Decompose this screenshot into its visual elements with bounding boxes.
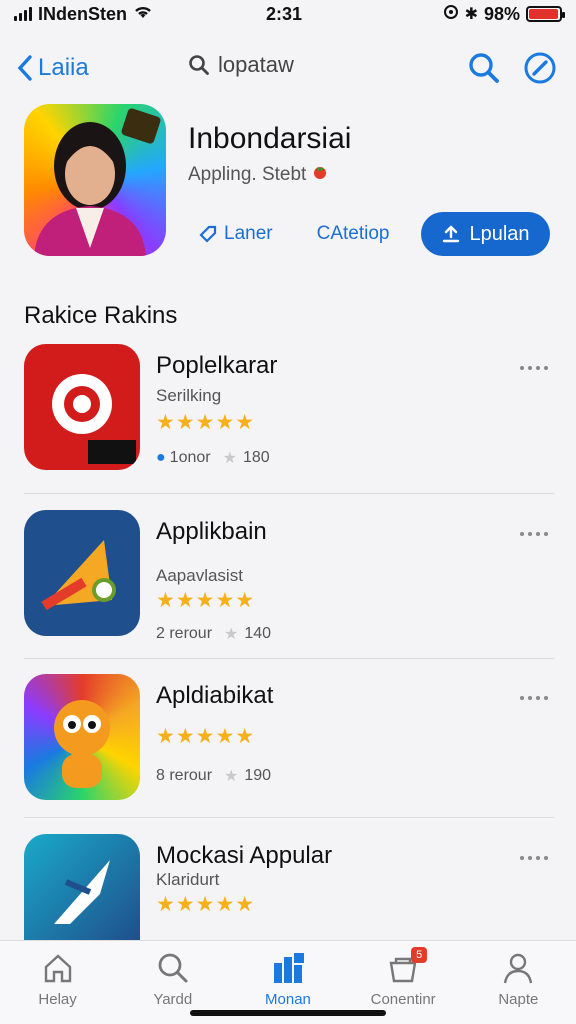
search-icon bbox=[158, 953, 188, 983]
tab-label: Monan bbox=[265, 991, 311, 1008]
updates-badge: 5 bbox=[411, 947, 428, 963]
bluetooth-icon: ✱ bbox=[464, 6, 478, 23]
app-row[interactable]: Poplelkarar Serilking ★★★★★ ● 1onor ★ 18… bbox=[24, 344, 554, 472]
star-icon: ★ bbox=[224, 626, 239, 643]
app-name: Apldiabikat bbox=[156, 682, 274, 709]
laner-label: Laner bbox=[224, 223, 273, 244]
tab-label: Yardd bbox=[153, 991, 193, 1008]
back-button[interactable]: Laiia bbox=[16, 54, 89, 82]
plane-app-icon[interactable] bbox=[24, 834, 140, 940]
tab-label: Napte bbox=[498, 991, 539, 1008]
status-right: ✱ 98% bbox=[443, 3, 565, 25]
featured-subtitle: Appling. Stebt bbox=[188, 164, 328, 186]
battery-percent: 98% bbox=[483, 3, 520, 24]
battery-icon bbox=[526, 6, 565, 22]
tomato-icon bbox=[312, 164, 328, 186]
tab-profile[interactable]: Napte bbox=[468, 951, 568, 1008]
app-row[interactable]: Apldiabikat ★★★★★ 8 rerour ★ 190 bbox=[24, 674, 554, 802]
app-meta: 8 rerour ★ 190 bbox=[156, 766, 271, 786]
divider bbox=[24, 658, 554, 659]
star-rating: ★★★★★ bbox=[156, 893, 256, 916]
tab-apps[interactable]: Monan bbox=[238, 951, 338, 1008]
more-button[interactable] bbox=[516, 688, 552, 708]
meta-count: 2 rerour bbox=[156, 625, 213, 642]
app-row[interactable]: Applikbain Aapavlasist ★★★★★ 2 rerour ★ … bbox=[24, 510, 554, 643]
chevron-left-icon bbox=[17, 55, 32, 81]
featured-subtitle-text: Appling. Stebt bbox=[188, 164, 307, 185]
nav-search[interactable]: lopataw bbox=[188, 52, 294, 78]
wifi-icon bbox=[133, 4, 153, 25]
apps-icon bbox=[273, 953, 304, 983]
app-subtitle: Aapavlasist bbox=[156, 566, 243, 585]
back-label: Laiia bbox=[38, 54, 89, 81]
compass-icon bbox=[524, 52, 556, 84]
app-meta: ● 1onor ★ 180 bbox=[156, 448, 270, 468]
featured-title: Inbondarsiai bbox=[188, 122, 352, 155]
portrait-icon bbox=[34, 108, 161, 256]
app-subtitle: Klaridurt bbox=[156, 870, 220, 889]
pen-app-icon[interactable] bbox=[24, 510, 140, 636]
meta-value: 190 bbox=[244, 767, 272, 784]
search-button[interactable] bbox=[466, 50, 502, 86]
tab-label: Helay bbox=[38, 991, 77, 1008]
laner-button[interactable]: Laner bbox=[198, 223, 273, 245]
signal-icon bbox=[14, 7, 32, 21]
app-name: Applikbain bbox=[156, 518, 267, 545]
nav-actions bbox=[466, 50, 558, 86]
nav-bar: Laiia lopataw bbox=[0, 40, 576, 96]
featured-actions: Laner CAtetiop Lpulan bbox=[198, 212, 550, 256]
section-title: Rakice Rakins bbox=[24, 302, 178, 329]
star-rating: ★★★★★ bbox=[156, 725, 256, 748]
app-name: Poplelkarar bbox=[156, 352, 278, 379]
catetiop-label: CAtetiop bbox=[316, 223, 390, 244]
search-icon bbox=[469, 53, 499, 83]
search-icon bbox=[189, 55, 209, 75]
meta-value: 180 bbox=[242, 449, 270, 466]
divider bbox=[24, 493, 554, 494]
tab-updates[interactable]: 5 Conentinr bbox=[353, 947, 453, 1008]
divider bbox=[24, 817, 554, 818]
more-button[interactable] bbox=[516, 848, 552, 868]
get-label: Lpulan bbox=[469, 222, 530, 245]
featured-app-icon[interactable] bbox=[24, 104, 166, 256]
more-button[interactable] bbox=[516, 524, 552, 544]
star-rating: ★★★★★ bbox=[156, 589, 256, 612]
star-rating: ★★★★★ bbox=[156, 411, 256, 434]
download-icon bbox=[443, 225, 460, 243]
tab-label: Conentinr bbox=[370, 991, 436, 1008]
meta-value: 140 bbox=[244, 625, 272, 642]
profile-icon bbox=[504, 953, 533, 984]
mascot-app-icon[interactable] bbox=[24, 674, 140, 800]
featured-app: Inbondarsiai Appling. Stebt Laner CAteti… bbox=[24, 104, 554, 260]
battery-fill bbox=[529, 9, 559, 19]
tab-home[interactable]: Helay bbox=[8, 951, 108, 1008]
app-meta: 2 rerour ★ 140 bbox=[156, 624, 271, 644]
status-time: 2:31 bbox=[266, 3, 303, 24]
app-name: Mockasi Appular bbox=[156, 842, 333, 869]
tag-icon bbox=[199, 225, 217, 243]
more-button[interactable] bbox=[516, 358, 552, 378]
verified-icon: ● bbox=[156, 449, 166, 466]
meta-count: 8 rerour bbox=[156, 767, 213, 784]
carrier-name: INdenSten bbox=[38, 3, 128, 24]
app-subtitle: Serilking bbox=[156, 386, 222, 405]
tab-search[interactable]: Yardd bbox=[123, 951, 223, 1008]
star-icon: ★ bbox=[222, 450, 237, 467]
target-app-icon[interactable] bbox=[24, 344, 140, 470]
compose-button[interactable] bbox=[522, 50, 558, 86]
location-icon bbox=[443, 4, 459, 25]
status-left: INdenSten bbox=[14, 4, 153, 25]
star-icon: ★ bbox=[224, 768, 239, 785]
get-button[interactable]: Lpulan bbox=[421, 212, 550, 256]
status-bar: INdenSten 2:31 ✱ 98% bbox=[0, 0, 576, 28]
nav-search-label: lopataw bbox=[218, 52, 294, 77]
home-icon bbox=[44, 954, 71, 983]
meta-count: 1onor bbox=[169, 449, 211, 466]
home-indicator bbox=[190, 1010, 386, 1016]
catetiop-button[interactable]: CAtetiop bbox=[317, 223, 390, 245]
